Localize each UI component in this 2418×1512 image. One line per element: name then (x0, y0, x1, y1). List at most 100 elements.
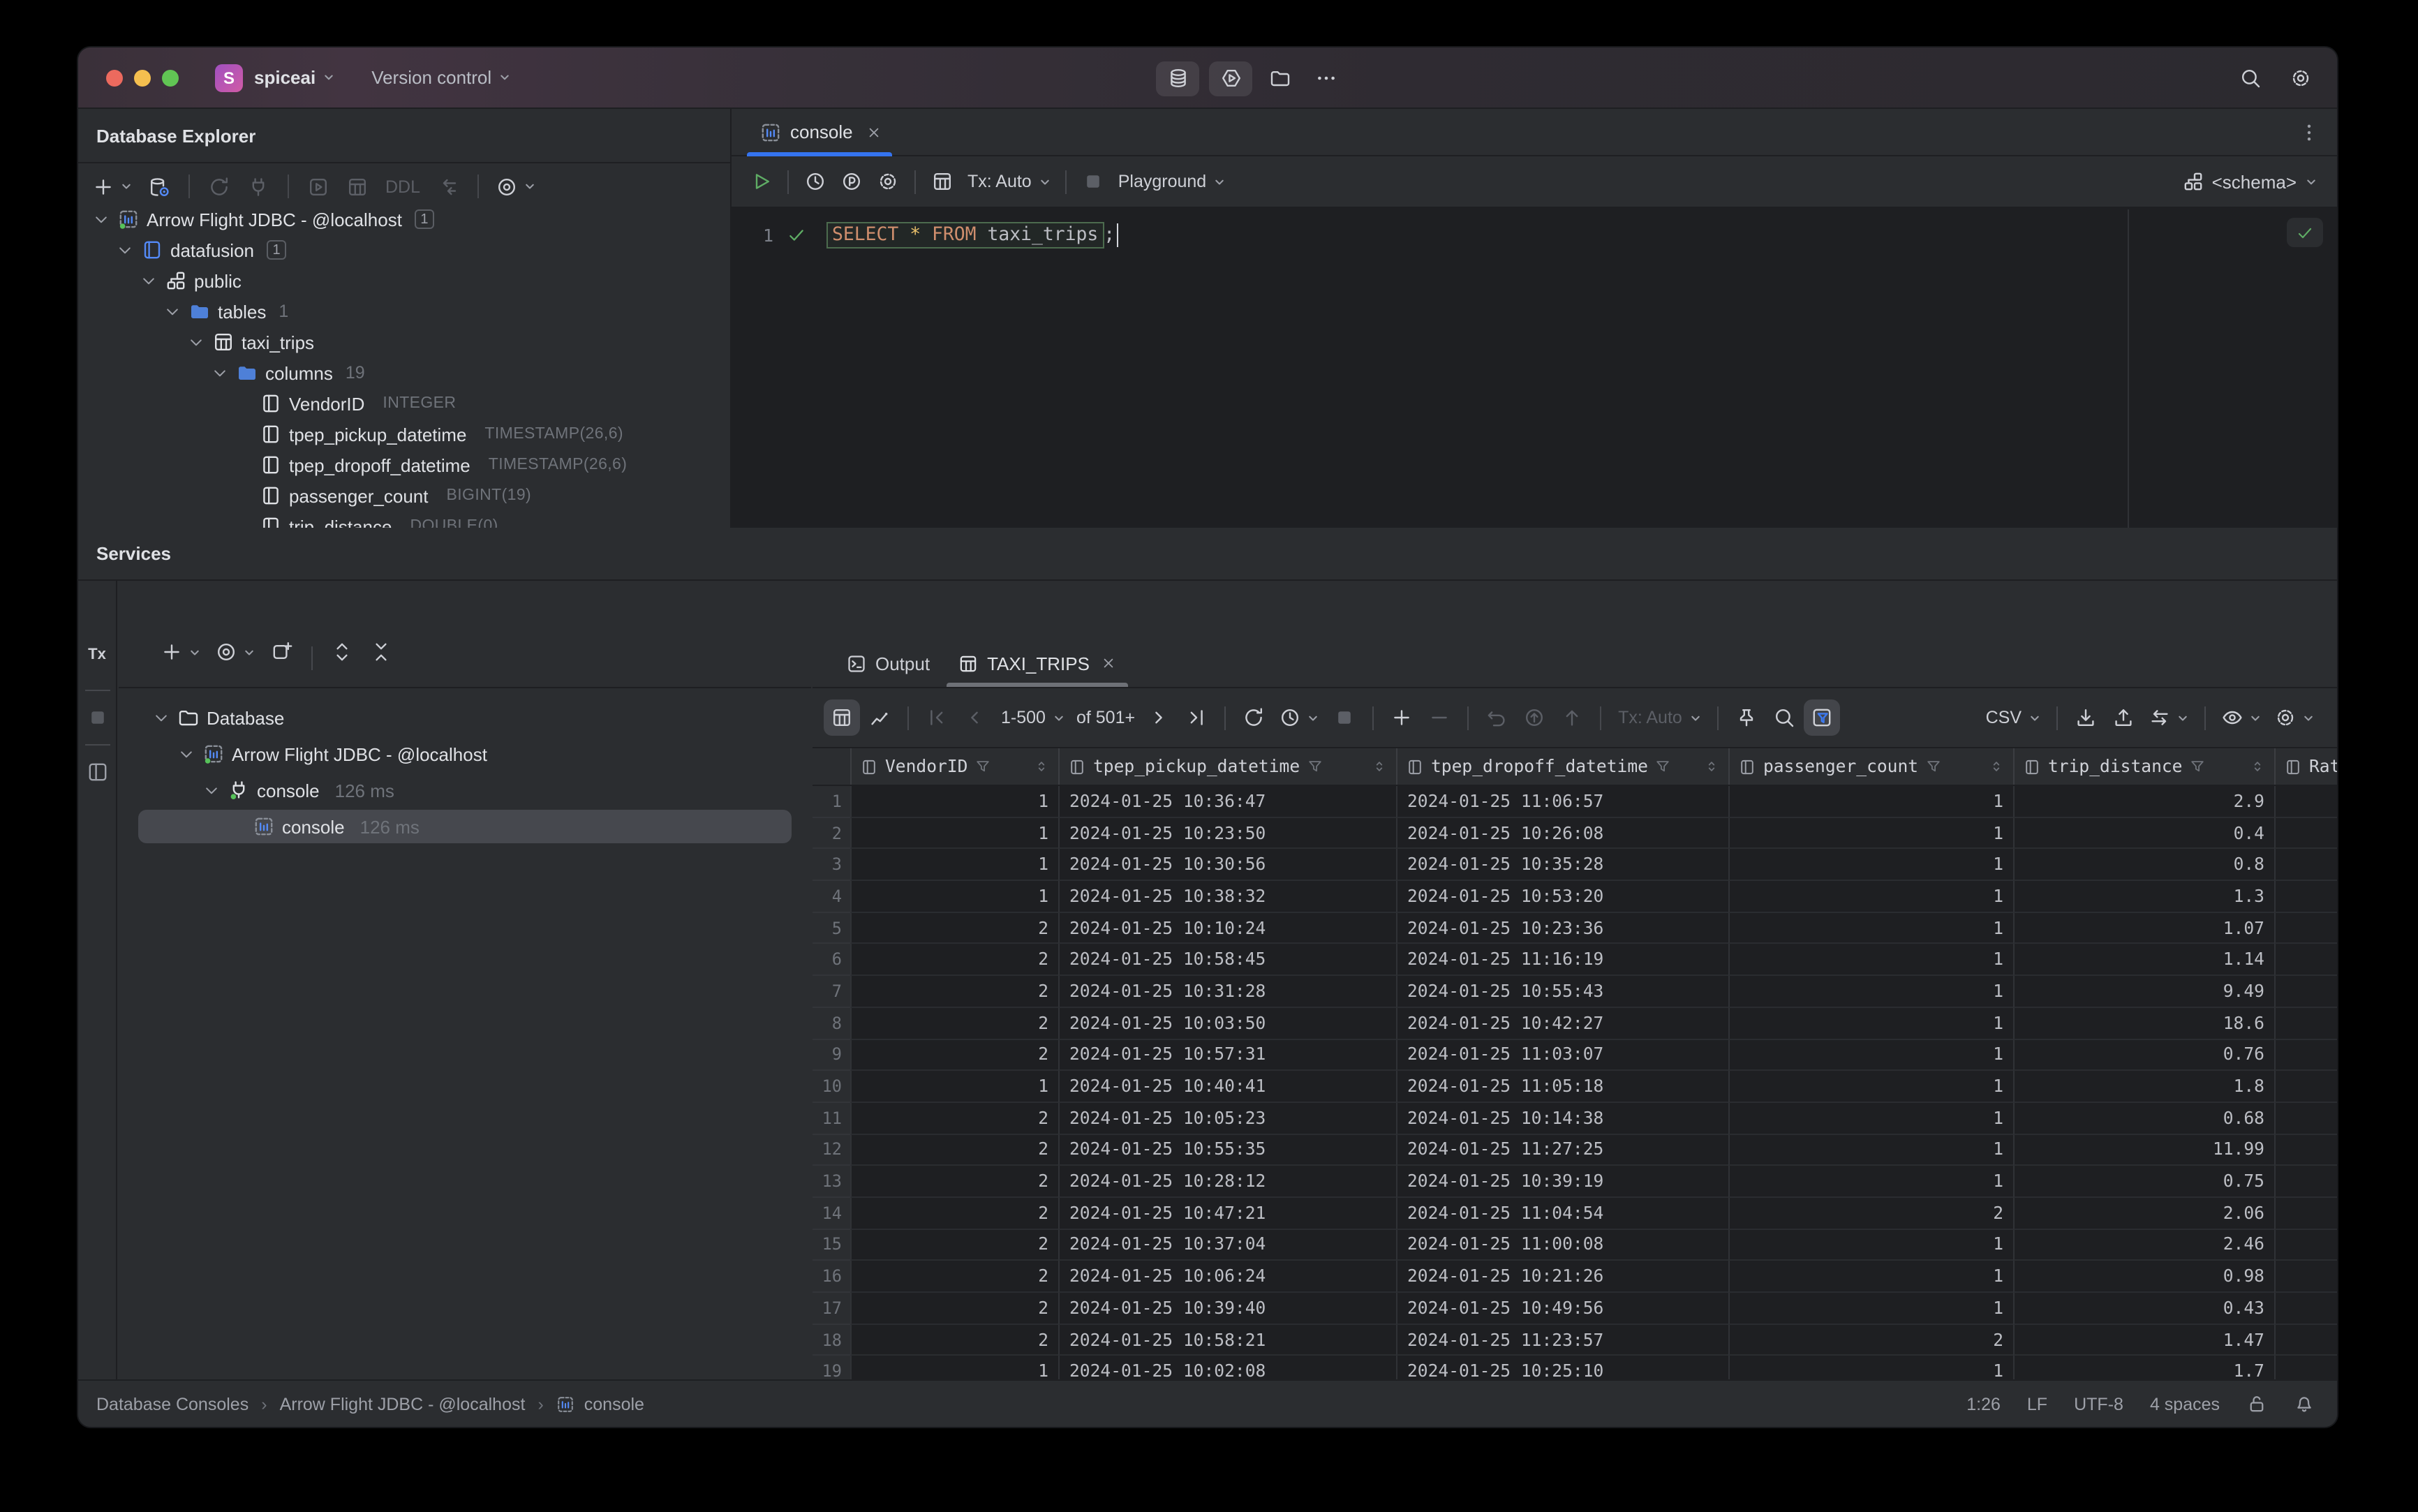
grid-cell[interactable] (2274, 1229, 2337, 1261)
console-settings-button[interactable] (870, 163, 906, 200)
breadcrumb-console[interactable]: console (556, 1394, 644, 1414)
table-row-7[interactable]: 7 2 2024-01-25 10:31:28 2024-01-25 10:55:43… (813, 976, 2337, 1008)
grid-cell[interactable]: 1 (1728, 817, 2013, 850)
grid-cell[interactable]: 2 (850, 976, 1058, 1008)
grid-cell[interactable]: 1 (1728, 1356, 2013, 1379)
grid-cell[interactable] (2274, 1102, 2337, 1135)
grid-cell[interactable]: 2024-01-25 10:39:19 (1396, 1166, 1728, 1198)
grid-cell[interactable]: 1 (1728, 1229, 2013, 1261)
column-header-trip-distance[interactable]: trip_distance (2013, 748, 2274, 785)
grid-cell[interactable]: 1.8 (2013, 1071, 2274, 1103)
grid-cell[interactable]: 1 (1728, 1071, 2013, 1103)
grid-cell[interactable]: 2 (1728, 1197, 2013, 1230)
grid-cell[interactable]: 2024-01-25 10:06:24 (1058, 1261, 1396, 1293)
tab-options-icon[interactable] (2298, 121, 2320, 143)
tree-item-tpep-pickup-datetime[interactable]: tpep_pickup_datetime TIMESTAMP(26,6) (78, 419, 730, 450)
grid-cell[interactable]: 1 (1728, 1007, 2013, 1039)
grid-cell[interactable]: 2 (850, 944, 1058, 977)
explain-plan-button[interactable] (833, 163, 870, 200)
grid-cell[interactable]: 1 (850, 786, 1058, 818)
grid-cell[interactable]: 2024-01-25 10:42:27 (1396, 1007, 1728, 1039)
table-row-10[interactable]: 10 1 2024-01-25 10:40:41 2024-01-25 11:05:1… (813, 1071, 2337, 1103)
stop-process-button[interactable] (86, 706, 108, 729)
grid-cell[interactable]: 2024-01-25 10:14:38 (1396, 1102, 1728, 1135)
expand-all-button[interactable] (324, 634, 360, 670)
open-in-new-tab-button[interactable] (264, 634, 300, 670)
breadcrumb-arrow-flight-jdbc-localhost[interactable]: Arrow Flight JDBC - @localhost (280, 1394, 526, 1414)
last-page-button[interactable] (1178, 699, 1215, 736)
table-row-16[interactable]: 16 2 2024-01-25 10:06:24 2024-01-25 10:21:2… (813, 1261, 2337, 1293)
grid-cell[interactable]: 1 (850, 849, 1058, 882)
commit-button[interactable] (1554, 699, 1590, 736)
grid-cell[interactable]: 2024-01-25 11:23:57 (1396, 1324, 1728, 1356)
tx-mode-select[interactable]: Tx: Auto (1611, 699, 1707, 736)
grid-cell[interactable] (2274, 1261, 2337, 1293)
database-tool-button[interactable] (1156, 61, 1199, 96)
grid-cell[interactable] (2274, 1071, 2337, 1103)
pin-tab-button[interactable] (1728, 699, 1765, 736)
table-row-5[interactable]: 5 2 2024-01-25 10:10:24 2024-01-25 10:23:36… (813, 912, 2337, 944)
tx-mode-toggle[interactable]: Tx (88, 646, 106, 663)
table-row-11[interactable]: 11 2 2024-01-25 10:05:23 2024-01-25 10:14:3… (813, 1102, 2337, 1135)
grid-cell[interactable]: 2 (850, 1007, 1058, 1039)
tree-item-passenger-count[interactable]: passenger_count BIGINT(19) (78, 480, 730, 511)
encoding-widget[interactable]: UTF-8 (2074, 1394, 2123, 1414)
import-export-button[interactable] (430, 168, 466, 205)
add-service-button[interactable] (155, 634, 207, 670)
view-options-button[interactable] (209, 634, 261, 670)
export-data-button[interactable] (2068, 699, 2104, 736)
editor-body[interactable]: 1 SELECT * FROM taxi_trips; (732, 209, 2337, 528)
tab-output[interactable]: Output (832, 639, 944, 687)
tab-console[interactable]: console (743, 108, 896, 156)
grid-cell[interactable]: 2024-01-25 10:55:35 (1058, 1134, 1396, 1166)
grid-cell[interactable]: 18.6 (2013, 1007, 2274, 1039)
tree-item-database[interactable]: Database (119, 699, 811, 736)
column-header-tpep-pickup-datetime[interactable]: tpep_pickup_datetime (1058, 748, 1396, 785)
grid-cell[interactable]: 2 (1728, 1324, 2013, 1356)
grid-cell[interactable] (2274, 817, 2337, 850)
grid-cell[interactable]: 2024-01-25 10:53:20 (1396, 881, 1728, 913)
grid-cell[interactable]: 2.46 (2013, 1229, 2274, 1261)
grid-cell[interactable]: 2024-01-25 10:25:10 (1396, 1356, 1728, 1379)
cursor-position-widget[interactable]: 1:26 (1966, 1394, 2001, 1414)
grid-cell[interactable] (2274, 976, 2337, 1008)
table-row-19[interactable]: 19 1 2024-01-25 10:02:08 2024-01-25 10:25:1… (813, 1356, 2337, 1379)
split-layout-button[interactable] (86, 761, 108, 783)
grid-cell[interactable]: 1 (1728, 1102, 2013, 1135)
grid-cell[interactable]: 2024-01-25 11:16:19 (1396, 944, 1728, 977)
first-page-button[interactable] (919, 699, 955, 736)
search-everywhere-button[interactable] (2239, 67, 2262, 89)
grid-cell[interactable]: 1 (850, 881, 1058, 913)
grid-cell[interactable]: 0.43 (2013, 1293, 2274, 1325)
view-settings-button[interactable] (2216, 699, 2267, 736)
submit-button[interactable] (1516, 699, 1552, 736)
grid-cell[interactable]: 1.14 (2013, 944, 2274, 977)
tab-taxi-trips[interactable]: TAXI_TRIPS (944, 639, 1132, 687)
grid-cell[interactable]: 1.3 (2013, 881, 2274, 913)
reload-page-button[interactable] (1236, 699, 1272, 736)
grid-cell[interactable]: 1 (1728, 1166, 2013, 1198)
grid-cell[interactable]: 2.9 (2013, 786, 2274, 818)
grid-cell[interactable]: 1.7 (2013, 1356, 2274, 1379)
tree-item-console[interactable]: console 126 ms (119, 772, 811, 808)
run-tool-button[interactable] (1209, 61, 1252, 96)
grid-cell[interactable]: 2024-01-25 10:26:08 (1396, 817, 1728, 850)
grid-cell[interactable]: 2024-01-25 10:05:23 (1058, 1102, 1396, 1135)
file-writable-icon[interactable] (2246, 1393, 2267, 1414)
grid-cell[interactable] (2274, 1134, 2337, 1166)
data-source-properties-button[interactable] (141, 168, 177, 205)
project-switcher[interactable]: spiceai (254, 67, 335, 88)
close-tab-icon[interactable] (866, 124, 882, 140)
stop-button[interactable] (1075, 163, 1111, 200)
tree-item-columns[interactable]: columns 19 (78, 357, 730, 388)
grid-cell[interactable]: 0.8 (2013, 849, 2274, 882)
run-button[interactable] (743, 163, 779, 200)
table-row-9[interactable]: 9 2 2024-01-25 10:57:31 2024-01-25 11:03:07… (813, 1039, 2337, 1072)
tree-item-tpep-dropoff-datetime[interactable]: tpep_dropoff_datetime TIMESTAMP(26,6) (78, 450, 730, 480)
table-row-6[interactable]: 6 2 2024-01-25 10:58:45 2024-01-25 11:16:19… (813, 944, 2337, 977)
tree-item-trip-distance[interactable]: trip_distance DOUBLE(0) (78, 511, 730, 528)
grid-cell[interactable]: 0.98 (2013, 1261, 2274, 1293)
grid-cell[interactable]: 0.75 (2013, 1166, 2274, 1198)
grid-cell[interactable]: 2024-01-25 10:10:24 (1058, 912, 1396, 944)
project-files-button[interactable] (1262, 60, 1298, 96)
